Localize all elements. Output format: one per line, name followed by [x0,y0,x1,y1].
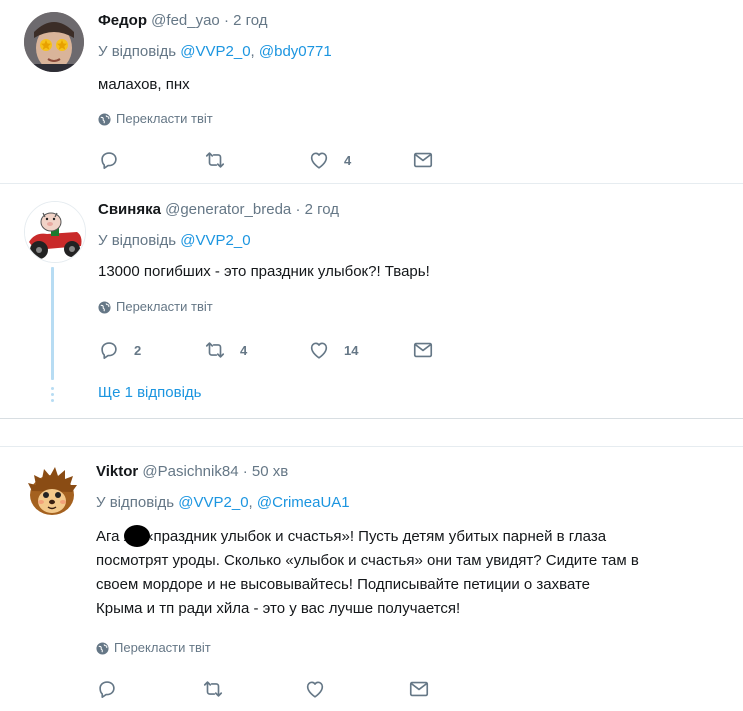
tweet-1[interactable]: Федор @fed_yao · 2 год У відповідь @VVP2… [0,0,743,183]
author-handle[interactable]: @Pasichnik84 [142,463,238,480]
mention-link[interactable]: @VVP2_0 [180,43,250,60]
translate-link[interactable]: Перекласти твіт [98,111,213,127]
translate-link[interactable]: Перекласти твіт [98,299,213,315]
tweet-text-line: Крыма и тп ради хйла - это у вас лучше п… [96,600,461,617]
envelope-icon [412,339,434,361]
author-name[interactable]: Свиняка [98,201,161,218]
author-handle[interactable]: @fed_yao [151,12,220,29]
thread-line [51,267,54,380]
reply-count: 2 [134,342,142,358]
tweet-actions: 4 [98,148,458,172]
mention-link[interactable]: @VVP2_0 [178,494,248,511]
reply-prefix: У відповідь [98,43,177,60]
tweet-text-line: Ага я - «праздник улыбок и счастья»! Пус… [96,528,607,545]
tweet-text-line: своем мордоре и не высовывайтесь! Подпис… [96,576,591,593]
timestamp[interactable]: · 2 год [295,201,339,218]
author-name[interactable]: Viktor [96,463,138,480]
reply-context: У відповідь @VVP2_0, @bdy0771 [98,43,332,60]
retweet-button[interactable]: 4 [204,338,247,362]
message-button[interactable] [408,677,430,701]
reply-icon [96,678,118,700]
retweet-icon [202,678,224,700]
retweet-count: 4 [240,342,248,358]
reply-context: У відповідь @VVP2_0 [98,231,251,251]
translate-label: Перекласти твіт [114,640,211,655]
tweet-3[interactable]: Viktor @Pasichnik84 · 50 хв У відповідь … [0,447,743,711]
author-name[interactable]: Федор [98,12,147,29]
redaction-blot [124,525,150,547]
message-button[interactable] [412,338,434,362]
envelope-icon [412,149,434,171]
tweet-header: Viktor @Pasichnik84 · 50 хв [96,462,288,482]
reply-context: У відповідь @VVP2_0, @CrimeaUA1 [96,494,350,511]
tweet-header: Федор @fed_yao · 2 год [98,11,268,31]
heart-icon [304,678,326,700]
show-more-replies-link[interactable]: Ще 1 відповідь [98,383,201,403]
tweet-text: малахов, пнх [98,76,190,93]
globe-icon [98,300,111,314]
mention-link[interactable]: @VVP2_0 [180,232,250,249]
reply-button[interactable] [96,677,132,701]
translate-link[interactable]: Перекласти твіт [96,640,211,656]
retweet-button[interactable] [202,677,238,701]
reply-button[interactable] [98,148,134,172]
reply-button[interactable]: 2 [98,338,141,362]
timestamp[interactable]: · 50 хв [243,463,288,480]
retweet-icon [204,149,226,171]
heart-icon [308,339,330,361]
tweet-actions [96,677,456,701]
avatar[interactable] [24,12,84,72]
retweet-icon [204,339,226,361]
envelope-icon [408,678,430,700]
tweet-2[interactable]: Свиняка @generator_breda · 2 год У відпо… [0,184,743,417]
divider [0,418,743,419]
like-button[interactable]: 4 [308,148,351,172]
avatar[interactable] [22,461,82,521]
like-button[interactable]: 14 [308,338,358,362]
author-handle[interactable]: @generator_breda [165,201,291,218]
like-button[interactable] [304,677,340,701]
like-count: 14 [344,342,359,358]
reply-prefix: У відповідь [96,494,175,511]
globe-icon [96,641,109,655]
tweet-text: Ага я - «праздник улыбок и счастья»! Пус… [96,525,639,621]
tweet-actions: 2 4 14 [98,338,458,362]
reply-prefix: У відповідь [98,232,177,249]
translate-label: Перекласти твіт [116,299,213,314]
heart-icon [308,149,330,171]
reply-icon [98,339,120,361]
mention-link[interactable]: @bdy0771 [259,43,332,60]
globe-icon [98,112,111,126]
translate-label: Перекласти твіт [116,111,213,126]
timestamp[interactable]: · 2 год [224,12,268,29]
retweet-button[interactable] [204,148,240,172]
tweet-header: Свиняка @generator_breda · 2 год [98,200,339,220]
avatar[interactable] [24,201,86,263]
thread-dots [51,387,54,405]
tweet-text-line: посмотрят уроды. Сколько «улыбок и счаст… [96,552,639,569]
tweet-text: 13000 погибших - это праздник улыбок?! Т… [98,263,430,280]
reply-icon [98,149,120,171]
message-button[interactable] [412,148,434,172]
like-count: 4 [344,152,352,168]
mention-link[interactable]: @CrimeaUA1 [257,494,350,511]
